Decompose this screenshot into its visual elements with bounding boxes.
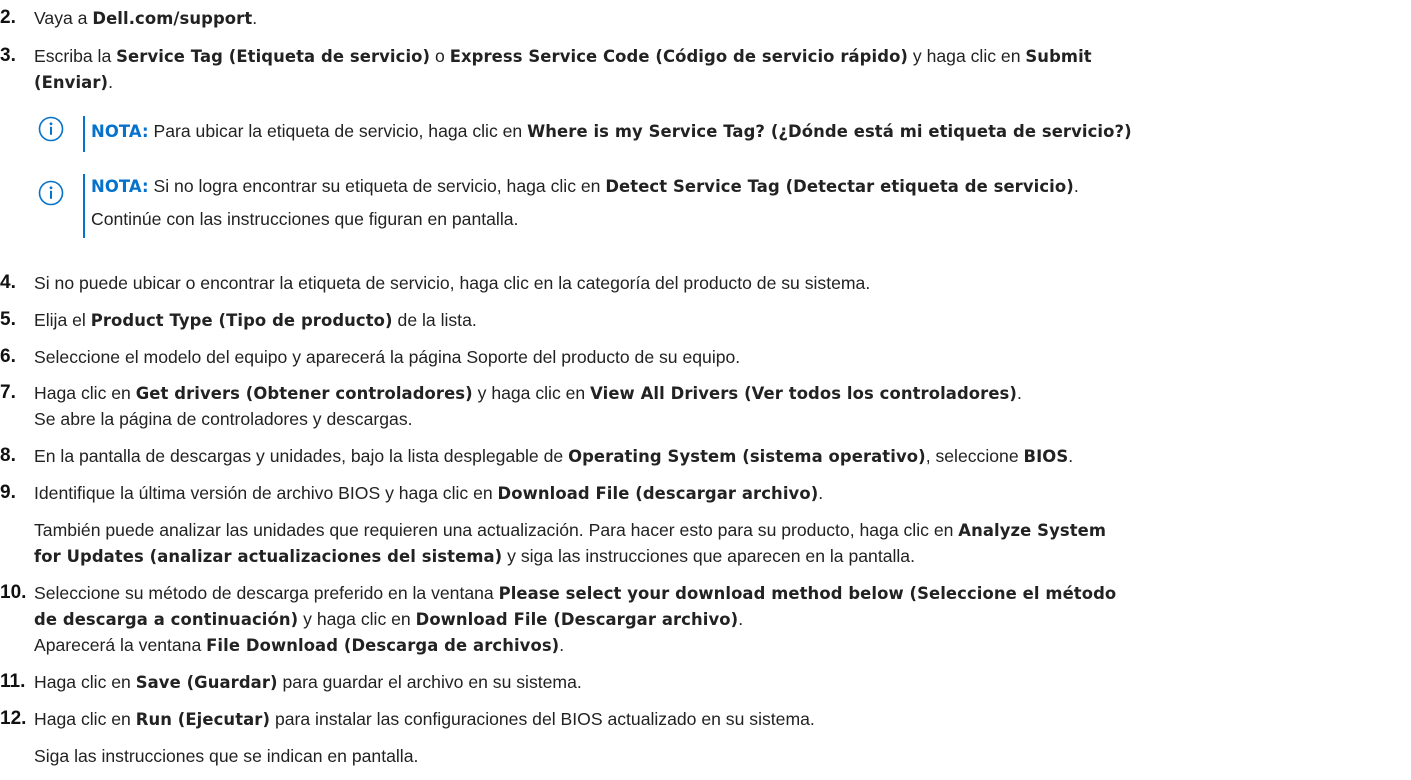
plain-text: y haga clic en [472,383,591,403]
plain-text: Siga las instrucciones que se indican en… [34,746,419,766]
step-text-continued: Aparecerá la ventana File Download (Desc… [34,633,1394,658]
emphasis-text: Detect Service Tag (Detectar etiqueta de… [605,177,1074,196]
emphasis-text: Get drivers (Obtener controladores) [135,384,473,403]
emphasis-text: Submit [1025,47,1092,66]
step-text-continued: (Enviar). [34,70,1394,95]
note-text: NOTA: Si no logra encontrar su etiqueta … [91,174,1411,199]
emphasis-text: Express Service Code (Código de servicio… [449,47,909,66]
plain-text: y haga clic en [908,46,1026,66]
plain-text: . [1068,446,1074,466]
step-number: 9. [0,482,16,503]
plain-text: Aparecerá la ventana [34,635,207,655]
note-label: NOTA: [91,122,149,141]
emphasis-text: File Download (Descarga de archivos) [206,636,560,655]
emphasis-text: Save (Guardar) [135,673,278,692]
step-text: Vaya a Dell.com/support. [34,6,1394,31]
plain-text: . [818,483,824,503]
plain-text: o [430,46,450,66]
plain-text: y siga las instrucciones que aparecen en… [502,546,915,566]
plain-text: para instalar las configuraciones del BI… [270,709,815,729]
plain-text: Haga clic en [34,383,136,403]
step-text: Seleccione el modelo del equipo y aparec… [34,345,1394,369]
plain-text: . [1017,383,1022,403]
note-bar [83,116,85,152]
step-text: Si no puede ubicar o encontrar la etique… [34,271,1394,295]
emphasis-text: Where is my Service Tag? (¿Dónde está mi… [527,122,1132,141]
plain-text: y haga clic en [298,609,416,629]
step-text: Escriba la Service Tag (Etiqueta de serv… [34,44,1394,69]
emphasis-text: BIOS [1023,447,1069,466]
emphasis-text: Operating System (sistema operativo) [568,447,926,466]
note-content: Si no logra encontrar su etiqueta de ser… [148,176,1079,196]
step-number: 11. [0,671,26,692]
step-text: Haga clic en Run (Ejecutar) para instala… [34,707,1394,732]
plain-text: . [108,72,113,92]
step-number: 6. [0,346,16,367]
emphasis-text: View All Drivers (Ver todos los controla… [590,384,1017,403]
note-content: Para ubicar la etiqueta de servicio, hag… [149,121,1132,141]
plain-text: Si no puede ubicar o encontrar la etique… [34,273,871,293]
plain-text: . [738,609,744,629]
plain-text: Para ubicar la etiqueta de servicio, hag… [148,121,528,141]
step-number: 10. [0,582,27,603]
step-text: Elija el Product Type (Tipo de producto)… [34,308,1394,333]
step-number: 7. [0,382,16,403]
info-circle-icon [38,180,64,206]
plain-text: para guardar el archivo en su sistema. [277,672,582,692]
note-text-continued: Continúe con las instrucciones que figur… [91,207,1411,231]
step-number: 3. [0,45,16,66]
emphasis-text: Please select your download method below… [498,584,1117,603]
step-number: 2. [0,7,16,28]
plain-text: Haga clic en [34,672,136,692]
plain-text: Si no logra encontrar su etiqueta de ser… [148,176,606,196]
emphasis-text: Product Type (Tipo de producto) [90,311,393,330]
plain-text: Vaya a [34,8,93,28]
emphasis-text: (Enviar) [34,73,109,92]
step-text: En la pantalla de descargas y unidades, … [34,444,1394,469]
plain-text: Identifique la última versión de archivo… [34,483,498,503]
step-number: 12. [0,708,27,729]
step-number: 8. [0,445,16,466]
emphasis-text: Service Tag (Etiqueta de servicio) [116,47,431,66]
step-text: Haga clic en Save (Guardar) para guardar… [34,670,1394,695]
plain-text: Seleccione el modelo del equipo y aparec… [34,347,741,367]
emphasis-text: Run (Ejecutar) [135,710,271,729]
step-text-extra-continued: for Updates (analizar actualizaciones de… [34,544,1394,569]
emphasis-text: for Updates (analizar actualizaciones de… [34,547,503,566]
emphasis-text: Download File (Descargar archivo) [415,610,739,629]
step-number: 5. [0,309,16,330]
emphasis-text: Download File (descargar archivo) [497,484,819,503]
step-text-continued: de descarga a continuación) y haga clic … [34,607,1394,632]
step-text: Seleccione su método de descarga preferi… [34,581,1394,606]
plain-text: de la lista. [392,310,477,330]
plain-text: Haga clic en [34,709,136,729]
emphasis-text: Dell.com/support [92,9,253,28]
plain-text: Continúe con las instrucciones que figur… [91,209,519,229]
plain-text: . [1073,176,1079,196]
plain-text: Elija el [34,310,91,330]
step-number: 4. [0,272,16,293]
plain-text: . [252,8,258,28]
plain-text: Se abre la página de controladores y des… [34,409,413,429]
step-text: Haga clic en Get drivers (Obtener contro… [34,381,1394,406]
plain-text: Escriba la [34,46,117,66]
note-bar [83,174,85,238]
emphasis-text: de descarga a continuación) [34,610,299,629]
step-text-continued: Se abre la página de controladores y des… [34,407,1394,431]
plain-text: También puede analizar las unidades que … [34,520,959,540]
plain-text: En la pantalla de descargas y unidades, … [34,446,569,466]
step-text-extra: Siga las instrucciones que se indican en… [34,744,1394,768]
info-circle-icon [38,116,64,142]
plain-text: Seleccione su método de descarga preferi… [34,583,499,603]
plain-text: , seleccione [925,446,1024,466]
note-text: NOTA: Para ubicar la etiqueta de servici… [91,119,1411,144]
step-text: Identifique la última versión de archivo… [34,481,1394,506]
note-label: NOTA: [91,177,149,196]
emphasis-text: Analyze System [958,521,1107,540]
step-text-extra: También puede analizar las unidades que … [34,518,1394,543]
plain-text: . [559,635,565,655]
